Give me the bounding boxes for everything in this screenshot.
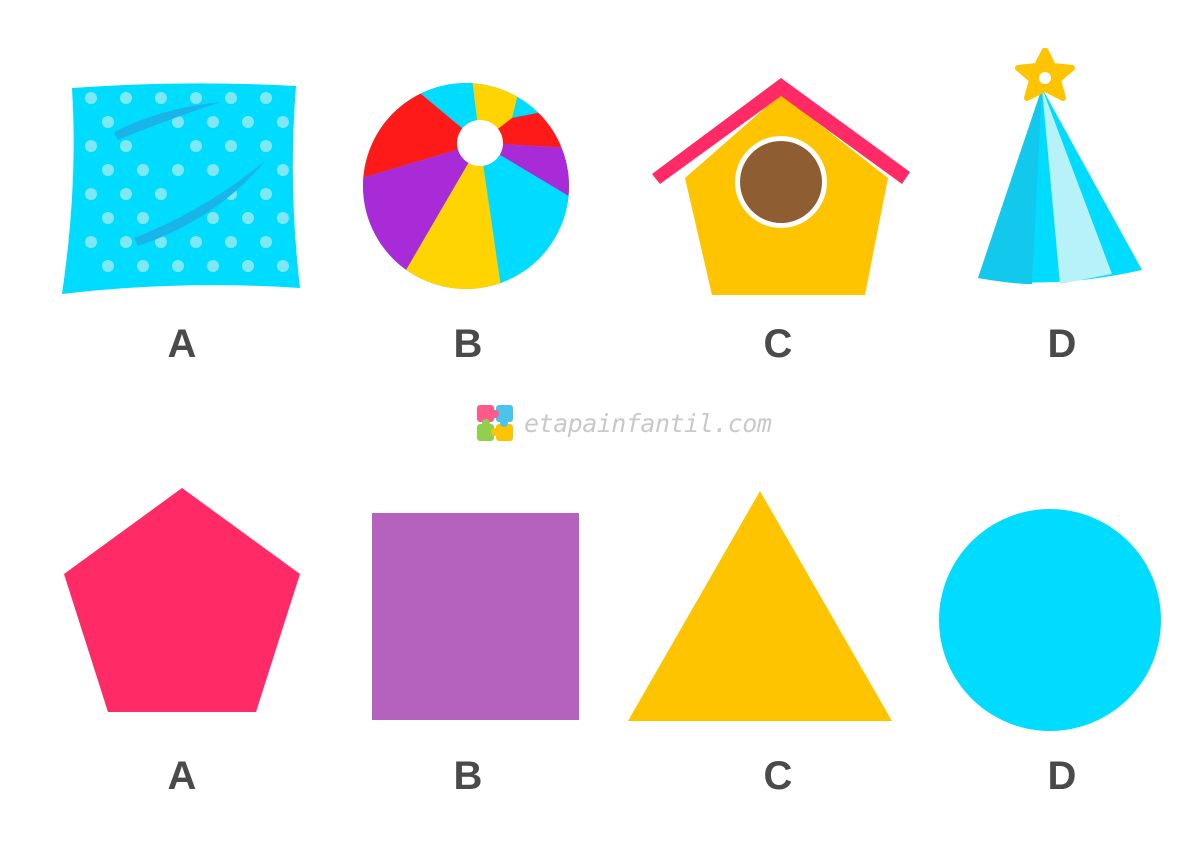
- bottom-label-c: C: [763, 754, 793, 798]
- birdhouse-image[interactable]: [650, 74, 912, 298]
- pentagon-shape[interactable]: [62, 486, 302, 714]
- bottom-label-a: A: [167, 754, 197, 798]
- circle-shape[interactable]: [938, 508, 1162, 732]
- puzzle-logo-icon: [477, 405, 513, 441]
- pillow-image[interactable]: [56, 80, 306, 300]
- watermark-text: etapainfantil.com: [524, 408, 772, 438]
- top-label-b: B: [453, 322, 483, 366]
- bottom-label-b: B: [453, 754, 483, 798]
- top-label-c: C: [763, 322, 793, 366]
- party-hat-image[interactable]: [972, 48, 1148, 290]
- beach-ball-image[interactable]: [362, 78, 572, 294]
- triangle-shape[interactable]: [626, 489, 894, 723]
- top-label-d: D: [1047, 322, 1077, 366]
- bottom-label-d: D: [1047, 754, 1077, 798]
- square-shape[interactable]: [372, 513, 580, 721]
- watermark: etapainfantil.com: [476, 404, 772, 442]
- top-label-a: A: [167, 322, 197, 366]
